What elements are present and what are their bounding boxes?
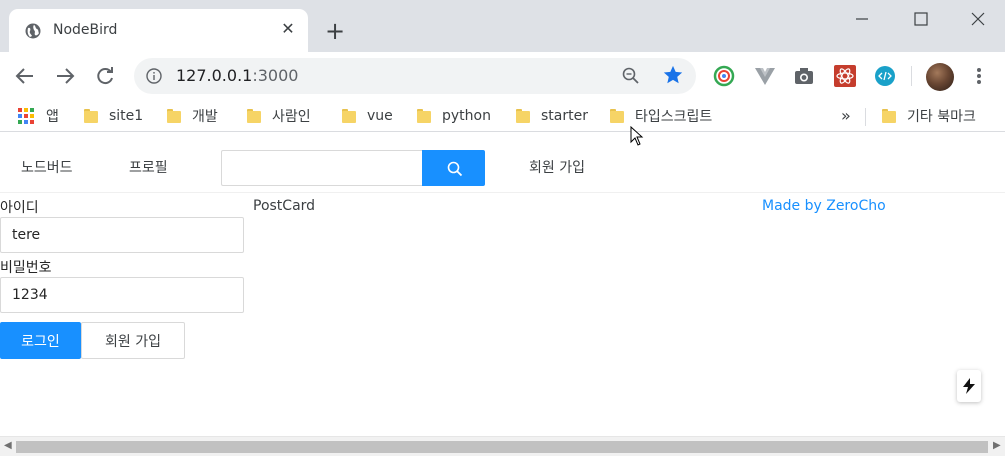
folder-icon xyxy=(341,109,357,123)
bookmark-apps[interactable]: 앱 xyxy=(18,104,59,128)
bookmark-folder[interactable]: 사람인 xyxy=(246,104,311,128)
bookmark-label: site1 xyxy=(109,108,144,124)
apps-grid-icon xyxy=(18,108,34,124)
address-bar[interactable]: 127.0.0.1:3000 xyxy=(134,58,696,94)
id-field[interactable] xyxy=(0,217,244,253)
maximize-icon[interactable] xyxy=(910,8,932,30)
app-menu-bar: 노드버드 프로필 회원 가입 xyxy=(0,140,1005,193)
folder-icon xyxy=(83,109,99,123)
menu-item-profile[interactable]: 프로필 xyxy=(129,157,168,177)
vue-devtools-icon[interactable] xyxy=(754,65,776,87)
url-port: :3000 xyxy=(252,66,299,85)
scrollbar-thumb[interactable] xyxy=(16,441,988,453)
bookmark-label: 개발 xyxy=(192,109,218,125)
menu-item-home[interactable]: 노드버드 xyxy=(21,157,73,177)
browser-toolbar: 127.0.0.1:3000 xyxy=(0,52,1005,100)
scroll-left-icon[interactable]: ◀ xyxy=(4,440,12,451)
folder-icon xyxy=(881,109,897,123)
mouse-cursor-icon xyxy=(630,126,644,146)
bookmark-folder[interactable]: 타입스크립트 xyxy=(609,104,712,128)
zoom-out-icon[interactable] xyxy=(622,67,640,85)
tab-title: NodeBird xyxy=(53,22,118,38)
made-by-link[interactable]: Made by ZeroCho xyxy=(762,198,886,214)
folder-icon xyxy=(416,109,432,123)
bookmarks-divider xyxy=(865,108,866,126)
forward-arrow-icon[interactable] xyxy=(53,64,77,88)
folder-icon xyxy=(515,109,531,123)
bookmark-label: python xyxy=(442,108,491,124)
tab-strip: NodeBird ✕ + xyxy=(0,0,1005,52)
browser-tab[interactable]: NodeBird ✕ xyxy=(9,9,308,52)
bookmark-star-icon[interactable] xyxy=(662,64,684,86)
bookmark-label: 앱 xyxy=(46,109,59,125)
signup-button[interactable]: 회원 가입 xyxy=(81,322,185,359)
profile-avatar[interactable] xyxy=(926,63,954,91)
lightning-icon xyxy=(963,378,975,394)
scroll-right-icon[interactable]: ▶ xyxy=(993,440,1001,451)
folder-icon xyxy=(609,109,625,123)
bookmarks-bar: 앱 site1 개발 사람인 vue python starter 타입스크립트… xyxy=(0,100,1005,132)
back-arrow-icon[interactable] xyxy=(13,64,37,88)
minimize-icon[interactable] xyxy=(851,8,873,30)
password-field[interactable] xyxy=(0,277,244,313)
search-button[interactable] xyxy=(422,150,485,186)
password-label: 비밀번호 xyxy=(0,260,52,276)
bookmark-label: starter xyxy=(541,108,588,124)
search-input[interactable] xyxy=(221,150,423,186)
url-text: 127.0.0.1:3000 xyxy=(176,66,298,85)
page-content: 노드버드 프로필 회원 가입 아이디 비밀번호 로그인 회원 가입 PostCa… xyxy=(0,140,1005,436)
site-info-icon[interactable] xyxy=(146,68,162,84)
window-close-icon[interactable] xyxy=(967,8,989,30)
search-box xyxy=(221,150,485,186)
folder-icon xyxy=(166,109,182,123)
bookmark-folder[interactable]: starter xyxy=(515,104,588,128)
bookmark-label: vue xyxy=(367,108,393,124)
new-tab-button[interactable]: + xyxy=(324,19,346,43)
bookmark-folder[interactable]: python xyxy=(416,104,491,128)
lightning-button[interactable] xyxy=(957,370,981,402)
bookmark-folder[interactable]: 개발 xyxy=(166,104,218,128)
camera-icon[interactable] xyxy=(793,65,815,87)
bookmark-folder[interactable]: vue xyxy=(341,104,393,128)
bookmark-other-folder[interactable]: 기타 북마크 xyxy=(881,104,976,128)
globe-icon xyxy=(25,23,41,39)
react-devtools-icon[interactable] xyxy=(834,65,856,87)
horizontal-scrollbar[interactable]: ◀ ▶ xyxy=(0,436,1005,456)
post-card: PostCard xyxy=(253,198,316,214)
menu-item-signup[interactable]: 회원 가입 xyxy=(529,157,585,177)
bookmark-label: 기타 북마크 xyxy=(907,109,976,125)
code-extension-icon[interactable] xyxy=(874,65,896,87)
more-menu-icon[interactable] xyxy=(969,66,989,86)
search-icon xyxy=(447,161,463,177)
bookmarks-overflow-button[interactable]: » xyxy=(841,106,851,125)
extension-ring-icon[interactable] xyxy=(713,65,735,87)
id-label: 아이디 xyxy=(0,200,39,216)
bookmark-label: 타입스크립트 xyxy=(635,109,713,125)
folder-icon xyxy=(246,109,262,123)
login-button[interactable]: 로그인 xyxy=(0,322,81,359)
bookmark-folder[interactable]: site1 xyxy=(83,104,143,128)
toolbar-divider xyxy=(911,66,912,86)
bookmark-label: 사람인 xyxy=(272,109,311,125)
url-host: 127.0.0.1 xyxy=(176,66,253,85)
tab-close-icon[interactable]: ✕ xyxy=(279,20,297,38)
reload-icon[interactable] xyxy=(93,64,117,88)
